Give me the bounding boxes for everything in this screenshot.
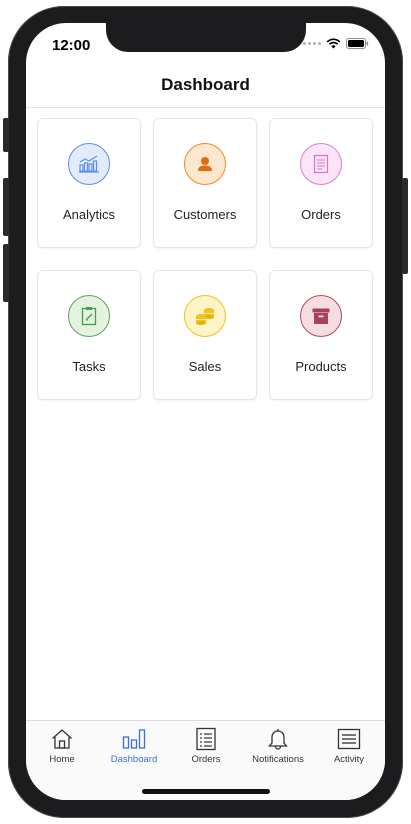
menu-icon	[337, 728, 361, 750]
nav-header: Dashboard	[26, 63, 385, 108]
tile-orders-icon-circle	[300, 143, 342, 185]
status-indicators	[303, 38, 369, 49]
tab-activity[interactable]: Activity	[313, 727, 385, 765]
tile-products-icon-circle	[300, 295, 342, 337]
dashboard-grid: Analytics Customers Orders Tasks Sales P…	[37, 118, 375, 400]
power-button	[402, 178, 408, 274]
signal-icon	[303, 42, 321, 45]
tile-sales-label: Sales	[188, 359, 222, 374]
tab-dashboard-label: Dashboard	[110, 754, 158, 765]
document-icon	[313, 154, 329, 174]
tab-dashboard[interactable]: Dashboard	[98, 727, 170, 765]
screen: 12:00 Dashboard Analytics Customers Orde…	[26, 23, 385, 800]
volume-up-button	[3, 178, 9, 236]
clipboard-icon	[81, 307, 97, 326]
chart-icon	[79, 155, 99, 173]
status-time: 12:00	[52, 37, 91, 54]
tile-sales-icon-circle	[184, 295, 226, 337]
tile-tasks[interactable]: Tasks	[37, 270, 141, 400]
tab-home-label: Home	[49, 754, 75, 765]
tab-home[interactable]: Home	[26, 727, 98, 765]
list-icon	[196, 727, 216, 751]
tab-notifications-label: Notifications	[252, 754, 304, 765]
tile-analytics[interactable]: Analytics	[37, 118, 141, 248]
tab-orders[interactable]: Orders	[170, 727, 242, 765]
user-icon	[198, 157, 212, 171]
notch	[106, 23, 306, 52]
tile-analytics-icon-circle	[68, 143, 110, 185]
tile-customers-icon-circle	[184, 143, 226, 185]
home-icon	[52, 729, 72, 749]
box-icon	[312, 308, 330, 324]
tile-orders[interactable]: Orders	[269, 118, 373, 248]
tile-products-label: Products	[295, 359, 347, 374]
battery-icon	[346, 38, 369, 49]
page-title: Dashboard	[161, 75, 250, 94]
tab-bar: Home Dashboard Orders Notifications Acti…	[26, 720, 385, 800]
silent-switch	[3, 118, 9, 152]
tab-orders-label: Orders	[191, 754, 221, 765]
tab-activity-label: Activity	[333, 754, 365, 765]
tile-orders-label: Orders	[301, 207, 341, 222]
coins-icon	[196, 308, 214, 325]
home-indicator[interactable]	[142, 789, 270, 794]
tile-tasks-icon-circle	[68, 295, 110, 337]
tab-notifications[interactable]: Notifications	[242, 727, 314, 765]
bar-chart-icon	[122, 729, 146, 749]
bell-icon	[268, 729, 288, 750]
volume-down-button	[3, 244, 9, 302]
tile-sales[interactable]: Sales	[153, 270, 257, 400]
tile-tasks-label: Tasks	[72, 359, 106, 374]
tile-products[interactable]: Products	[269, 270, 373, 400]
wifi-icon	[326, 38, 341, 49]
tile-customers-label: Customers	[173, 207, 237, 222]
tile-analytics-label: Analytics	[62, 207, 116, 222]
tile-customers[interactable]: Customers	[153, 118, 257, 248]
